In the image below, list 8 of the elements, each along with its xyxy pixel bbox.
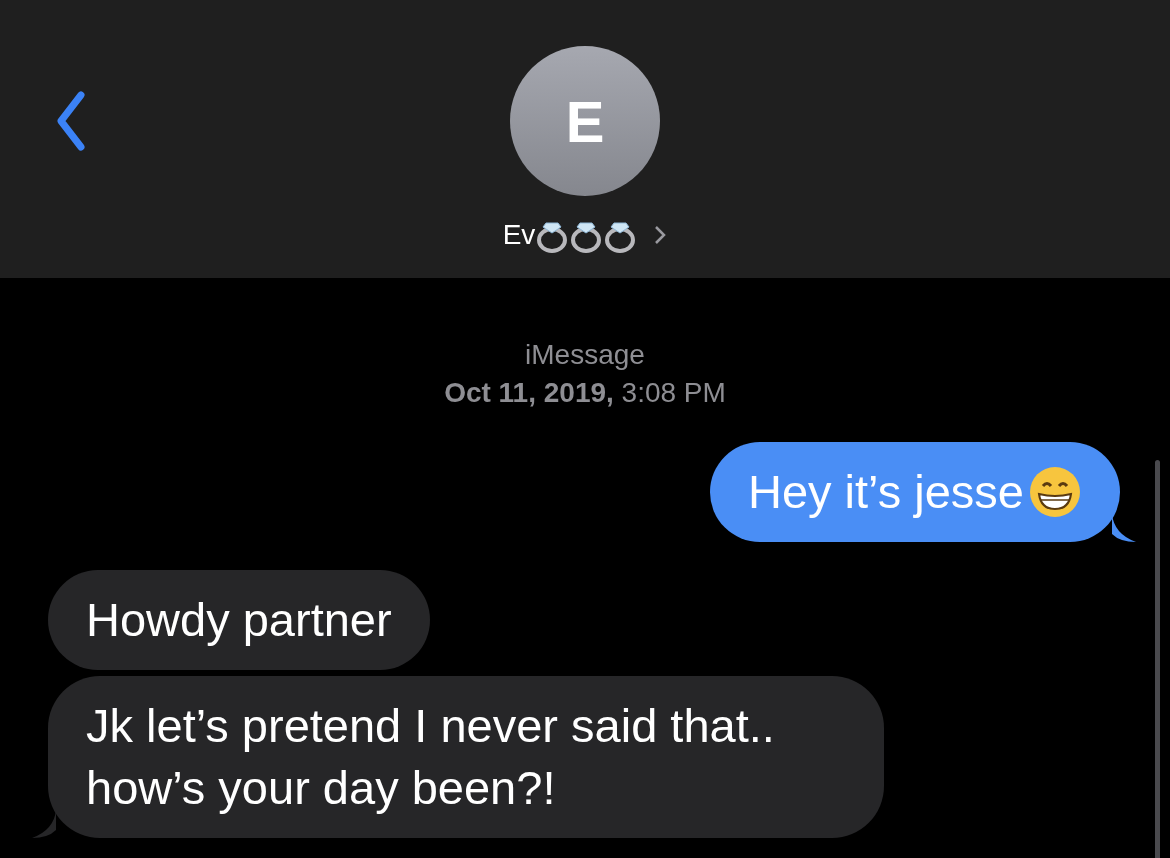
contact-name[interactable]: Ev bbox=[502, 214, 536, 256]
message-text: Jk let’s pretend I never said that.. how’s your day been?! bbox=[86, 698, 776, 816]
message-text: Howdy partner bbox=[86, 592, 392, 648]
timestamp: Oct 11, 2019, 3:08 PM bbox=[444, 376, 726, 410]
chevron-right-icon[interactable] bbox=[653, 224, 668, 246]
message-text: Hey it’s jesse bbox=[748, 464, 1024, 520]
service-label: iMessage bbox=[525, 338, 645, 372]
grinning-face-icon bbox=[1028, 465, 1082, 519]
